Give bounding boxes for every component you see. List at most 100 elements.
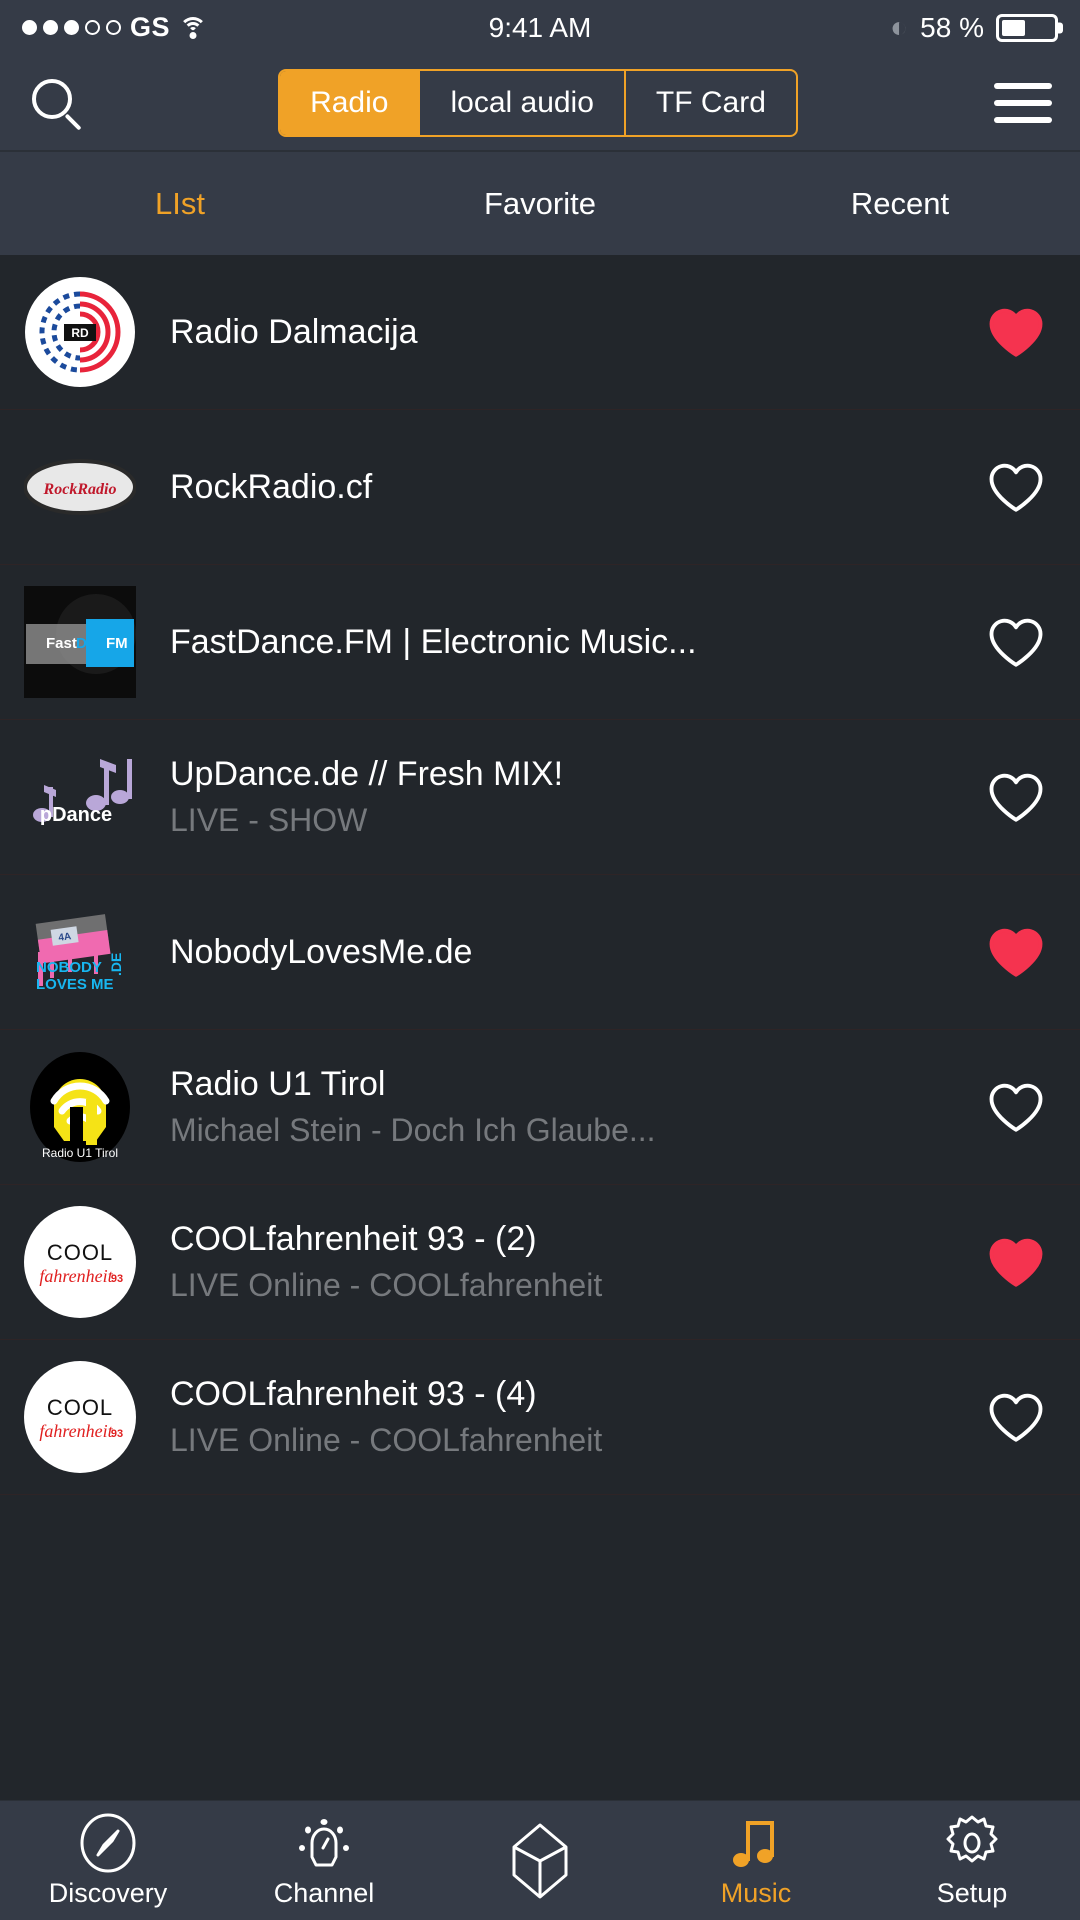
favorite-heart-filled-icon[interactable]: [988, 924, 1044, 980]
radio-u1-tirol-logo: Radio U1 Tirol: [24, 1051, 136, 1163]
nav-item-setup[interactable]: Setup: [864, 1812, 1080, 1909]
lamp-icon: [294, 1812, 354, 1874]
svg-text:93: 93: [111, 1273, 123, 1285]
list-subtabs[interactable]: LIst Favorite Recent: [0, 150, 1080, 255]
segment-radio[interactable]: Radio: [280, 70, 421, 135]
station-text: RockRadio.cf: [136, 468, 968, 507]
svg-text:LOVES ME: LOVES ME: [36, 976, 114, 993]
segment-local-audio[interactable]: local audio: [420, 70, 626, 135]
favorite-heart-outline-icon[interactable]: [988, 769, 1044, 825]
svg-text:Radio U1 Tirol: Radio U1 Tirol: [42, 1146, 118, 1160]
svg-text:fahrenheit: fahrenheit: [39, 1266, 113, 1286]
station-title: NobodyLovesMe.de: [170, 932, 473, 971]
station-row[interactable]: Fast Dance FM FastDance.FM | Electronic …: [0, 565, 1080, 720]
station-title: UpDance.de // Fresh MIX!: [170, 755, 564, 793]
search-icon[interactable]: [28, 75, 84, 131]
coolfahrenheit-logo: COOL fahrenheit 93: [24, 1206, 136, 1318]
station-text: NobodyLovesMe.de: [136, 933, 968, 972]
nav-item-label: Channel: [273, 1878, 375, 1908]
source-segmented-control[interactable]: Radio local audio TF Card: [278, 68, 798, 137]
station-row[interactable]: COOL fahrenheit 93 COOLfahrenheit 93 - (…: [0, 1340, 1080, 1495]
station-list[interactable]: RD Radio Dalmacija RockRadio RockRadio.c…: [0, 255, 1080, 1495]
status-bar: GS 9:41 AM ◐ 58 %: [0, 0, 1080, 55]
svg-text:fahrenheit: fahrenheit: [39, 1421, 113, 1441]
svg-text:RD: RD: [71, 326, 89, 340]
favorite-heart-outline-icon[interactable]: [988, 1389, 1044, 1445]
nobodylovesme-logo: 4A NOBODY LOVES ME .DE: [24, 896, 136, 1008]
bottom-nav-bar[interactable]: Discovery Channel Music Setup: [0, 1800, 1080, 1920]
favorite-heart-outline-icon[interactable]: [988, 614, 1044, 670]
nav-item-music[interactable]: Music: [648, 1812, 864, 1909]
coolfahrenheit-logo: COOL fahrenheit 93: [24, 1361, 136, 1473]
station-subtitle: Michael Stein - Doch Ich Glaube...: [170, 1112, 656, 1148]
station-text: UpDance.de // Fresh MIX! LIVE - SHOW: [136, 755, 968, 839]
signal-dot: [22, 20, 37, 35]
svg-text:Fast: Fast: [46, 635, 77, 652]
subtab-favorite[interactable]: Favorite: [360, 186, 720, 222]
carrier-label: GS: [130, 12, 171, 42]
radio-dalmacija-logo: RD: [24, 276, 136, 388]
wifi-icon: [179, 16, 208, 39]
svg-text:RockRadio: RockRadio: [43, 481, 117, 498]
favorite-heart-filled-icon[interactable]: [988, 304, 1044, 360]
signal-dot: [64, 20, 79, 35]
signal-dot: [85, 20, 100, 35]
fastdance-fm-logo: Fast Dance FM: [24, 586, 136, 698]
rockradio-logo: RockRadio: [24, 431, 136, 543]
favorite-heart-filled-icon[interactable]: [988, 1234, 1044, 1290]
updance-logo: pDance: [24, 741, 136, 853]
favorite-heart-outline-icon[interactable]: [988, 459, 1044, 515]
music-note-icon: [726, 1812, 786, 1874]
svg-text:COOL: COOL: [47, 1395, 113, 1420]
svg-text:NOBODY: NOBODY: [36, 959, 102, 976]
subtab-list[interactable]: LIst: [0, 186, 360, 222]
station-row[interactable]: COOL fahrenheit 93 COOLfahrenheit 93 - (…: [0, 1185, 1080, 1340]
station-row[interactable]: pDance UpDance.de // Fresh MIX! LIVE - SH…: [0, 720, 1080, 875]
svg-text:pDance: pDance: [40, 804, 112, 826]
station-row[interactable]: RD Radio Dalmacija: [0, 255, 1080, 410]
svg-text:COOL: COOL: [47, 1240, 113, 1265]
nav-item-channel[interactable]: Channel: [216, 1812, 432, 1909]
battery-icon: [996, 13, 1058, 42]
station-subtitle: LIVE - SHOW: [170, 802, 368, 838]
station-title: Radio U1 Tirol: [170, 1065, 386, 1103]
station-title: COOLfahrenheit 93 - (2): [170, 1220, 537, 1258]
station-title: RockRadio.cf: [170, 467, 373, 506]
bluetooth-icon: ◐: [890, 10, 909, 44]
favorite-heart-outline-icon[interactable]: [988, 1079, 1044, 1135]
station-text: Radio U1 Tirol Michael Stein - Doch Ich G…: [136, 1065, 968, 1149]
nav-item-label: Music: [720, 1878, 792, 1908]
signal-strength-icon: [22, 20, 121, 35]
hamburger-menu-icon[interactable]: [992, 82, 1052, 123]
station-text: COOLfahrenheit 93 - (4) LIVE Online - COO…: [136, 1375, 968, 1459]
station-text: Radio Dalmacija: [136, 313, 968, 352]
segment-tf-card[interactable]: TF Card: [626, 71, 796, 135]
station-text: FastDance.FM | Electronic Music...: [136, 623, 968, 662]
battery-percent-label: 58 %: [920, 11, 984, 43]
cube-icon: [510, 1823, 570, 1898]
status-bar-right: ◐ 58 %: [890, 12, 1058, 44]
svg-text:4A: 4A: [58, 931, 72, 944]
nav-item-discovery[interactable]: Discovery: [0, 1812, 216, 1909]
compass-icon: [78, 1812, 138, 1874]
station-row[interactable]: 4A NOBODY LOVES ME .DE NobodyLovesMe.de: [0, 875, 1080, 1030]
station-row[interactable]: RockRadio RockRadio.cf: [0, 410, 1080, 565]
nav-item-cube[interactable]: [432, 1823, 648, 1898]
signal-dot: [106, 20, 121, 35]
signal-dot: [43, 20, 58, 35]
status-bar-left: GS: [22, 12, 208, 43]
station-subtitle: LIVE Online - COOLfahrenheit: [170, 1267, 603, 1303]
svg-text:FM: FM: [106, 635, 128, 652]
station-text: COOLfahrenheit 93 - (2) LIVE Online - COO…: [136, 1220, 968, 1304]
gear-icon: [942, 1812, 1002, 1874]
station-title: COOLfahrenheit 93 - (4): [170, 1375, 537, 1413]
station-title: Radio Dalmacija: [170, 312, 418, 351]
station-subtitle: LIVE Online - COOLfahrenheit: [170, 1422, 603, 1458]
subtab-recent[interactable]: Recent: [720, 186, 1080, 222]
station-row[interactable]: Radio U1 Tirol Radio U1 Tirol Michael Ste…: [0, 1030, 1080, 1185]
nav-item-label: Discovery: [48, 1878, 168, 1908]
app-header: Radio local audio TF Card: [0, 55, 1080, 150]
nav-item-label: Setup: [936, 1878, 1008, 1908]
station-title: FastDance.FM | Electronic Music...: [170, 622, 697, 661]
svg-text:93: 93: [111, 1428, 123, 1440]
